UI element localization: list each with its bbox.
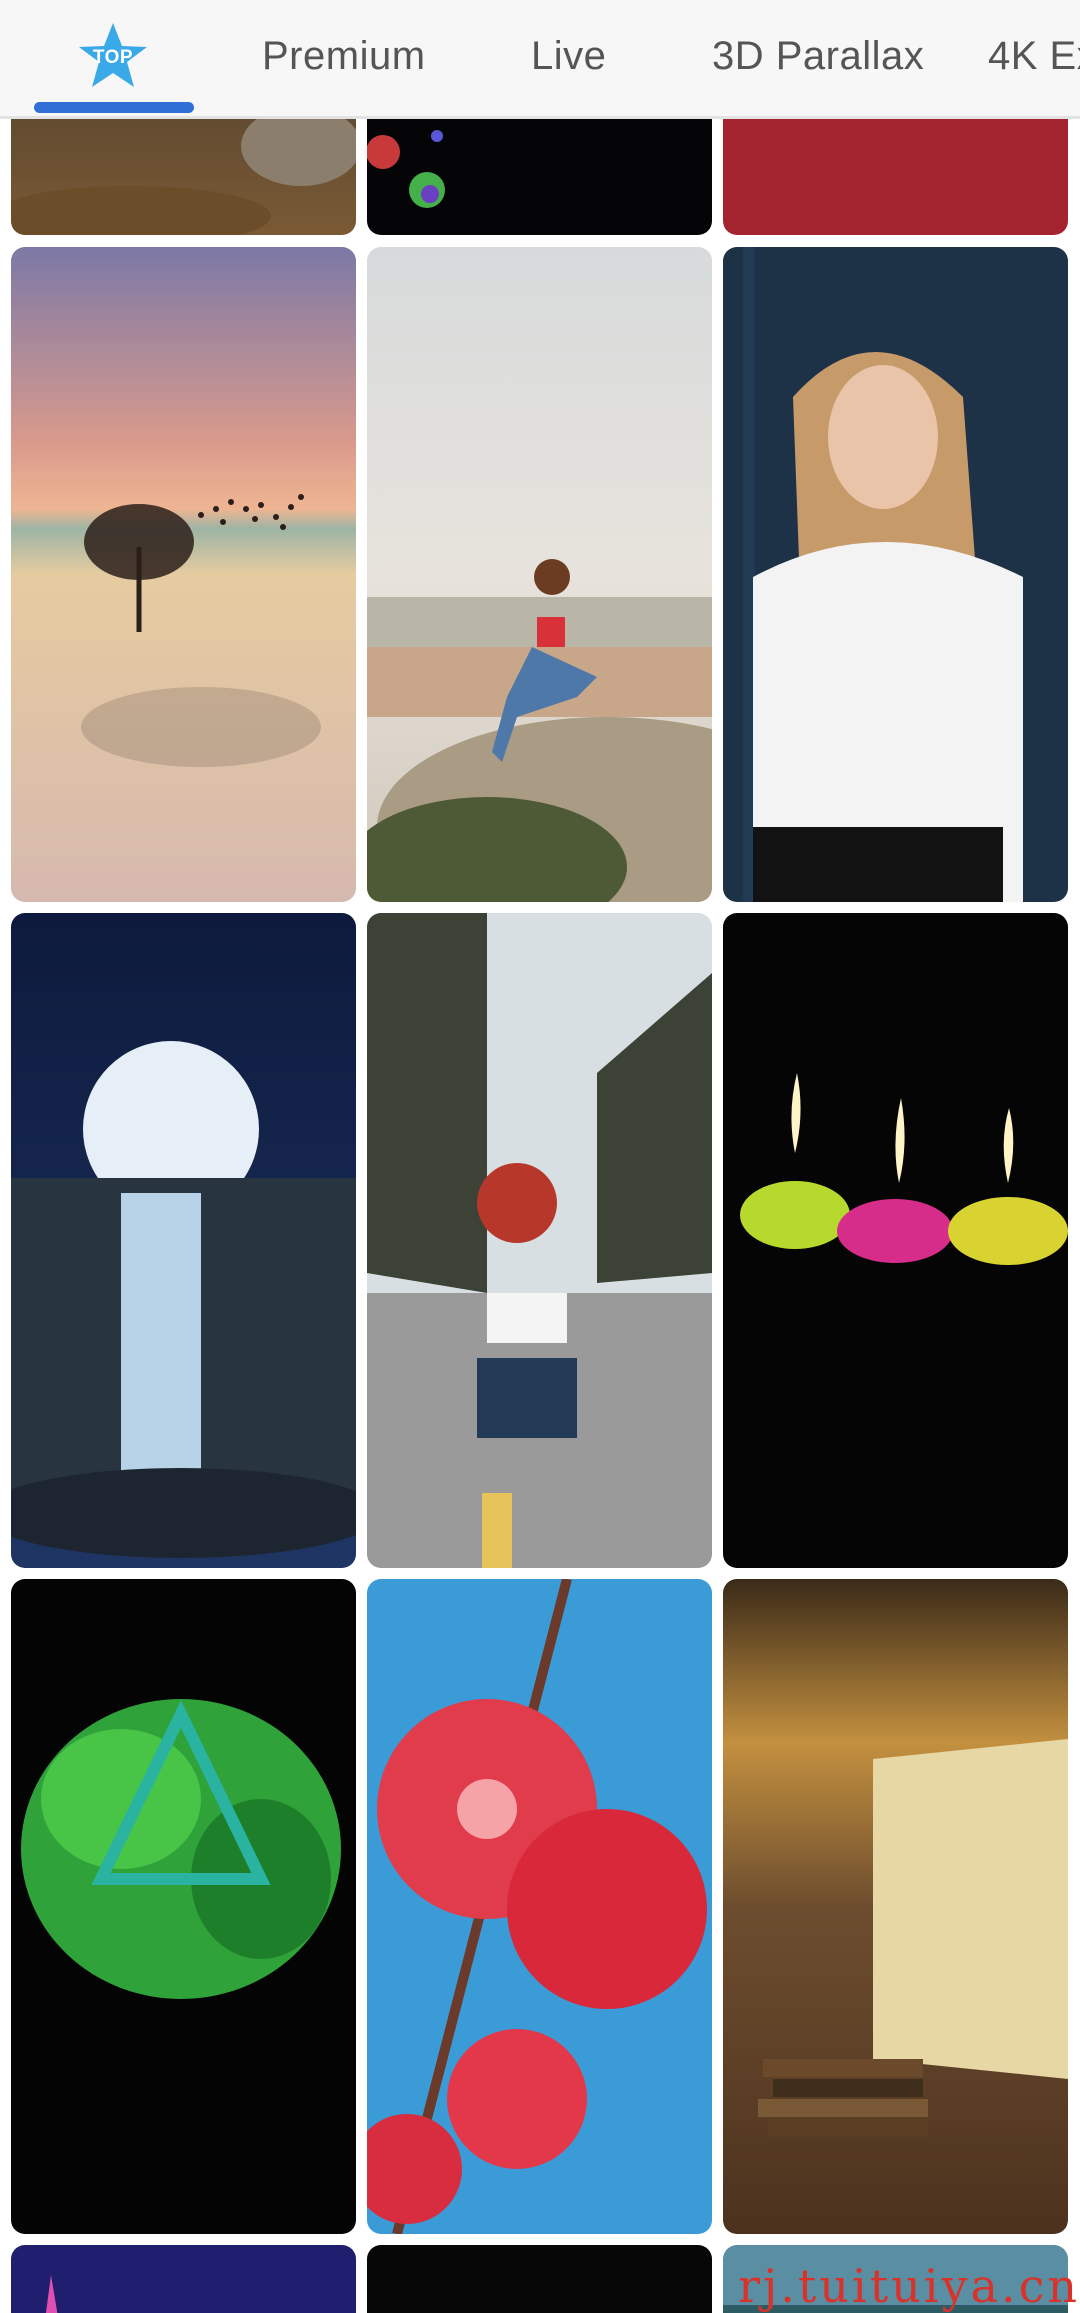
svg-text:TOP: TOP [93, 47, 133, 68]
wallpaper-thumbnail-red-flowers[interactable] [367, 1579, 712, 2234]
tab-top[interactable]: TOP [34, 0, 192, 112]
wallpaper-thumbnail-dragon-book[interactable] [723, 1579, 1068, 2234]
wallpaper-thumbnail-girl-on-rock[interactable] [367, 247, 712, 902]
purple-flower-image [11, 2245, 356, 2313]
smiling-woman-image [723, 247, 1068, 902]
wallpaper-thumbnail-red-hair-road[interactable] [367, 913, 712, 1568]
dark-image [367, 2245, 712, 2313]
tab-live[interactable]: Live [531, 0, 606, 112]
active-tab-indicator [34, 102, 194, 113]
star-top-icon: TOP [79, 23, 147, 87]
lone-tree-image [11, 247, 356, 902]
rocks-image [11, 116, 356, 235]
wallpaper-thumbnail-rocks[interactable] [11, 116, 356, 235]
moon-waterfall-image [11, 913, 356, 1568]
tab-3d-parallax-label: 3D Parallax [712, 33, 925, 78]
orbs-image [367, 116, 712, 235]
watermark-text: rj.tuituiya.cn [738, 2259, 1080, 2313]
wallpaper-thumbnail-dark[interactable] [367, 2245, 712, 2313]
tab-premium[interactable]: Premium [262, 0, 426, 112]
candles-image [723, 913, 1068, 1568]
wallpaper-thumbnail-smiling-woman[interactable] [723, 247, 1068, 902]
wallpaper-thumbnail-orbs[interactable] [367, 116, 712, 235]
tab-3d-parallax[interactable]: 3D Parallax [712, 0, 924, 112]
wallpaper-thumbnail-lone-tree[interactable] [11, 247, 356, 902]
dragon-book-image [723, 1579, 1068, 2234]
wallpaper-thumbnail-green-smoke[interactable] [11, 1579, 356, 2234]
tab-premium-label: Premium [262, 33, 426, 78]
wallpaper-thumbnail-red[interactable] [723, 116, 1068, 235]
red-hair-road-image [367, 913, 712, 1568]
red-flowers-image [367, 1579, 712, 2234]
tab-4k-label: 4K Ex [988, 33, 1080, 78]
category-tab-bar: TOP Premium Live 3D Parallax 4K Ex [0, 0, 1080, 119]
wallpaper-thumbnail-moon-waterfall[interactable] [11, 913, 356, 1568]
wallpaper-grid[interactable] [0, 116, 1080, 2313]
tab-4k[interactable]: 4K Ex [988, 0, 1080, 112]
green-smoke-image [11, 1579, 356, 2234]
wallpaper-thumbnail-purple-flower[interactable] [11, 2245, 356, 2313]
red-image [723, 116, 1068, 235]
wallpaper-thumbnail-candles[interactable] [723, 913, 1068, 1568]
tab-live-label: Live [531, 33, 607, 78]
girl-on-rock-image [367, 247, 712, 902]
